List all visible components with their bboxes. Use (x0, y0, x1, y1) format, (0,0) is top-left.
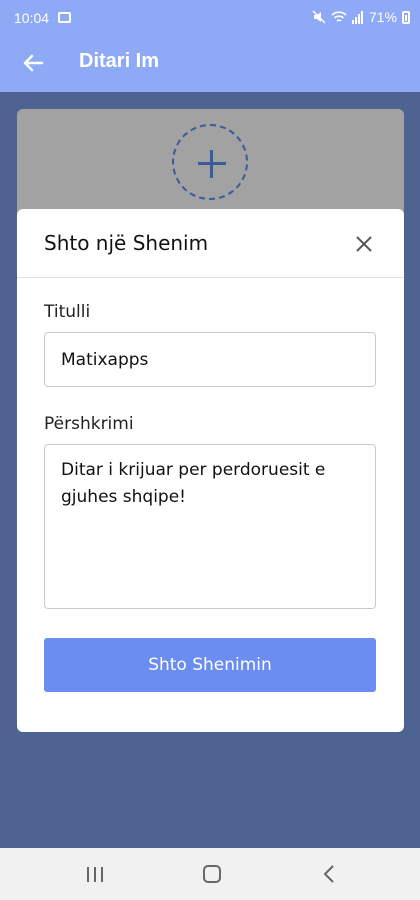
plus-circle-icon[interactable] (172, 124, 248, 200)
gallery-notification-icon (58, 12, 71, 23)
home-icon[interactable] (203, 865, 221, 883)
add-note-dialog: Shto një Shenim Titulli Përshkrimi Ditar… (17, 209, 404, 732)
description-textarea[interactable]: Ditar i krijuar per perdoruesit e gjuhes… (44, 444, 376, 609)
system-nav-bar (0, 848, 420, 900)
signal-icon (351, 10, 363, 24)
app-title: Ditari Im (79, 50, 160, 72)
dialog-title: Shto një Shenim (44, 231, 209, 255)
description-label: Përshkrimi (44, 414, 134, 434)
nav-back-icon[interactable] (322, 865, 336, 883)
close-icon[interactable] (356, 236, 372, 252)
add-note-button[interactable]: Shto Shenimin (44, 638, 376, 692)
battery-icon (402, 10, 410, 24)
arrow-left-icon[interactable] (22, 52, 44, 74)
title-input[interactable] (44, 332, 376, 387)
status-bar: 10:04 71% (0, 0, 420, 36)
dialog-header: Shto një Shenim (17, 209, 404, 278)
status-indicators: 71% (312, 9, 410, 25)
battery-percent: 71% (368, 9, 397, 25)
wifi-icon (331, 11, 347, 22)
title-label: Titulli (44, 302, 91, 322)
mute-icon (312, 10, 326, 24)
status-time: 10:04 (14, 10, 50, 26)
recents-icon[interactable] (87, 867, 103, 882)
app-bar: Ditari Im (0, 36, 420, 92)
